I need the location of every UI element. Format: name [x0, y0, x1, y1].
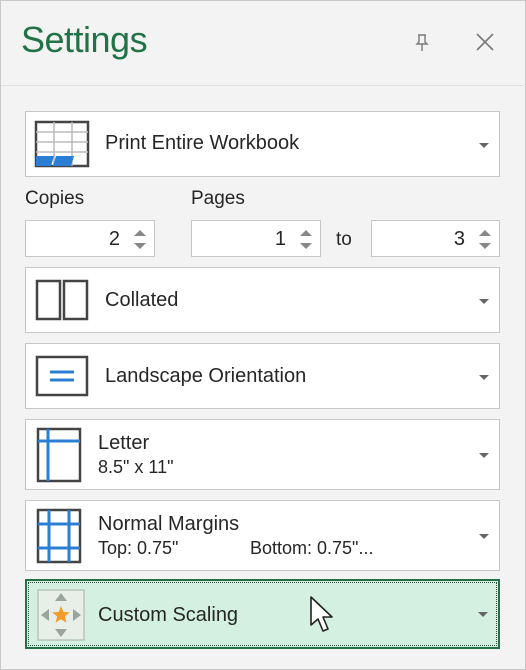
chevron-down-icon	[479, 375, 489, 380]
collated-icon	[34, 278, 90, 327]
pages-label: Pages	[191, 188, 245, 209]
custom-scaling-icon	[35, 587, 87, 648]
orientation-label: Landscape Orientation	[105, 365, 307, 387]
chevron-down-icon	[479, 143, 489, 148]
chevron-down-icon	[478, 612, 488, 617]
copies-label: Copies	[25, 188, 85, 209]
print-what-label: Print Entire Workbook	[105, 132, 300, 154]
chevron-down-icon	[479, 299, 489, 304]
paper-size-icon	[34, 427, 84, 488]
increment-icon[interactable]	[300, 230, 312, 236]
panel-title: Settings	[21, 19, 148, 60]
landscape-icon	[34, 354, 90, 403]
margins-icon	[34, 508, 84, 569]
pages-to-label: to	[336, 229, 352, 250]
paper-size-dropdown[interactable]: Letter 8.5" x 11"	[25, 419, 500, 490]
header-divider	[1, 85, 526, 86]
pin-icon[interactable]	[410, 31, 434, 55]
scaling-dropdown[interactable]: Custom Scaling	[25, 579, 500, 649]
increment-icon[interactable]	[479, 230, 491, 236]
workbook-icon	[34, 120, 90, 175]
paper-size-label: Letter	[98, 432, 150, 454]
chevron-down-icon	[479, 453, 489, 458]
copies-value[interactable]: 2	[109, 228, 120, 251]
margins-top: Top: 0.75"	[98, 538, 179, 558]
increment-icon[interactable]	[134, 230, 146, 236]
orientation-dropdown[interactable]: Landscape Orientation	[25, 343, 500, 409]
collation-dropdown[interactable]: Collated	[25, 267, 500, 333]
pages-to-stepper[interactable]: 3	[371, 220, 500, 257]
copies-stepper[interactable]: 2	[25, 220, 155, 257]
paper-size-detail: 8.5" x 11"	[98, 457, 174, 477]
chevron-down-icon	[479, 534, 489, 539]
margins-dropdown[interactable]: Normal Margins Top: 0.75" Bottom: 0.75".…	[25, 500, 500, 571]
settings-panel: Settings Print Entire Workbook Copies Pa…	[0, 0, 526, 670]
collation-label: Collated	[105, 289, 179, 311]
margins-label: Normal Margins	[98, 513, 240, 535]
scaling-label: Custom Scaling	[98, 604, 239, 626]
decrement-icon[interactable]	[300, 243, 312, 249]
close-icon[interactable]	[473, 30, 497, 54]
mouse-pointer-icon	[309, 595, 337, 640]
pages-from-stepper[interactable]: 1	[191, 220, 321, 257]
decrement-icon[interactable]	[134, 243, 146, 249]
decrement-icon[interactable]	[479, 243, 491, 249]
pages-to-value[interactable]: 3	[454, 228, 465, 251]
margins-bottom: Bottom: 0.75"...	[250, 538, 374, 558]
print-what-dropdown[interactable]: Print Entire Workbook	[25, 111, 500, 177]
pages-from-value[interactable]: 1	[275, 228, 286, 251]
